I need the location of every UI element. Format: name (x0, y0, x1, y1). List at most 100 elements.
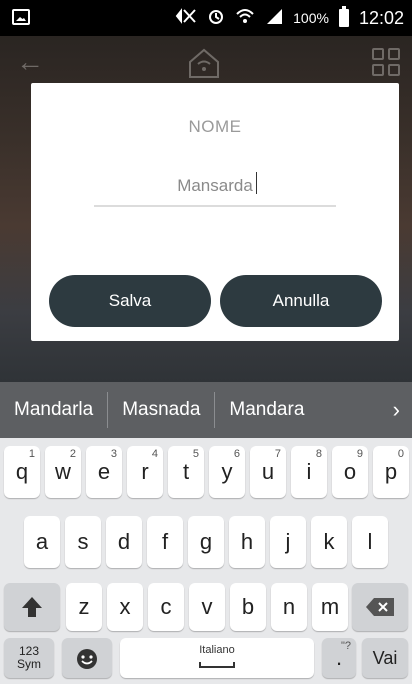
key-number-hint: 8 (315, 448, 322, 460)
symbols-key[interactable]: 123 Sym (4, 638, 54, 678)
key-u[interactable]: 7u (250, 446, 286, 498)
key-j[interactable]: j (270, 516, 306, 568)
key-number-hint: 2 (69, 448, 76, 460)
key-label: w (55, 459, 71, 484)
key-label: b (241, 594, 255, 619)
key-number-hint: 6 (233, 448, 240, 460)
clock: 12:02 (358, 7, 404, 28)
key-h[interactable]: h (229, 516, 265, 568)
key-label: s (77, 529, 89, 554)
key-m[interactable]: m (312, 583, 348, 631)
key-label: o (343, 459, 357, 484)
key-s[interactable]: s (65, 516, 101, 568)
back-arrow-icon[interactable]: ← (16, 46, 44, 78)
cancel-button[interactable]: Annulla (220, 275, 382, 327)
home-wifi-icon (186, 46, 222, 80)
key-label: m (320, 594, 340, 619)
key-label: k (323, 529, 335, 554)
key-n[interactable]: n (271, 583, 307, 631)
suggestion-bar: Mandarla Masnada Mandara › (0, 382, 412, 438)
period-key[interactable]: "? . (322, 638, 356, 678)
signal-icon (265, 7, 283, 30)
status-bar: 100% 12:02 (0, 0, 412, 36)
key-label: a (35, 529, 49, 554)
key-t[interactable]: 5t (168, 446, 204, 498)
symbols-label-1: 123 (18, 644, 40, 658)
space-key[interactable]: Italiano (120, 638, 314, 678)
key-y[interactable]: 6y (209, 446, 245, 498)
rename-dialog: NOME Salva Annulla (31, 83, 399, 341)
dialog-title: NOME (188, 117, 242, 136)
key-k[interactable]: k (311, 516, 347, 568)
key-e[interactable]: 3e (86, 446, 122, 498)
save-button[interactable]: Salva (49, 275, 211, 327)
space-bar-icon (199, 662, 235, 668)
key-label: p (384, 459, 398, 484)
key-p[interactable]: 0p (373, 446, 409, 498)
top-bar: ← (0, 36, 412, 86)
name-input[interactable] (94, 167, 336, 207)
key-number-hint: 3 (110, 448, 117, 460)
space-label: Italiano (199, 644, 235, 656)
key-label: r (141, 459, 149, 484)
keyboard: Mandarla Masnada Mandara › 123 Sym Italia… (0, 382, 412, 684)
key-label: g (199, 529, 213, 554)
backspace-key[interactable] (352, 583, 408, 631)
key-number-hint: 0 (397, 448, 404, 460)
key-a[interactable]: a (24, 516, 60, 568)
key-g[interactable]: g (188, 516, 224, 568)
key-label: t (182, 459, 190, 484)
key-number-hint: 5 (192, 448, 199, 460)
key-number-hint: 9 (356, 448, 363, 460)
key-label: u (261, 459, 275, 484)
key-r[interactable]: 4r (127, 446, 163, 498)
status-icons: 100% 12:02 (175, 0, 404, 36)
symbols-label-2: Sym (17, 657, 41, 671)
text-cursor (256, 172, 257, 194)
key-d[interactable]: d (106, 516, 142, 568)
gallery-icon (12, 9, 30, 25)
key-i[interactable]: 8i (291, 446, 327, 498)
key-number-hint: 4 (151, 448, 158, 460)
battery-icon (338, 6, 349, 27)
key-label: i (306, 459, 312, 484)
key-w[interactable]: 2w (45, 446, 81, 498)
battery-percent: 100% (293, 10, 329, 26)
key-c[interactable]: c (148, 583, 184, 631)
emoji-key[interactable] (62, 638, 112, 678)
key-l[interactable]: l (352, 516, 388, 568)
key-b[interactable]: b (230, 583, 266, 631)
period-key-sup: "? (340, 640, 351, 652)
key-q[interactable]: 1q (4, 446, 40, 498)
key-label: d (117, 529, 131, 554)
key-label: h (240, 529, 254, 554)
backspace-icon (366, 598, 394, 616)
go-label: Vai (372, 647, 398, 668)
grid-icon[interactable] (372, 48, 400, 76)
chevron-right-icon[interactable]: › (393, 397, 412, 423)
key-label: z (78, 594, 90, 619)
key-label: j (285, 529, 291, 554)
key-label: q (15, 459, 29, 484)
key-v[interactable]: v (189, 583, 225, 631)
key-x[interactable]: x (107, 583, 143, 631)
key-label: y (221, 459, 233, 484)
suggestion-1[interactable]: Mandarla (0, 392, 107, 428)
key-label: e (97, 459, 111, 484)
emoji-icon (77, 649, 97, 669)
mute-icon (175, 7, 197, 30)
key-number-hint: 7 (274, 448, 281, 460)
key-f[interactable]: f (147, 516, 183, 568)
key-label: f (161, 529, 169, 554)
key-label: n (282, 594, 296, 619)
shift-key[interactable] (4, 583, 60, 631)
alarm-icon (207, 7, 225, 30)
key-o[interactable]: 9o (332, 446, 368, 498)
go-key[interactable]: Vai (362, 638, 408, 678)
key-z[interactable]: z (66, 583, 102, 631)
key-label: c (160, 594, 172, 619)
wifi-icon (235, 7, 255, 30)
suggestion-2[interactable]: Masnada (108, 392, 214, 428)
shift-icon (22, 597, 42, 617)
suggestion-3[interactable]: Mandara (215, 392, 318, 428)
